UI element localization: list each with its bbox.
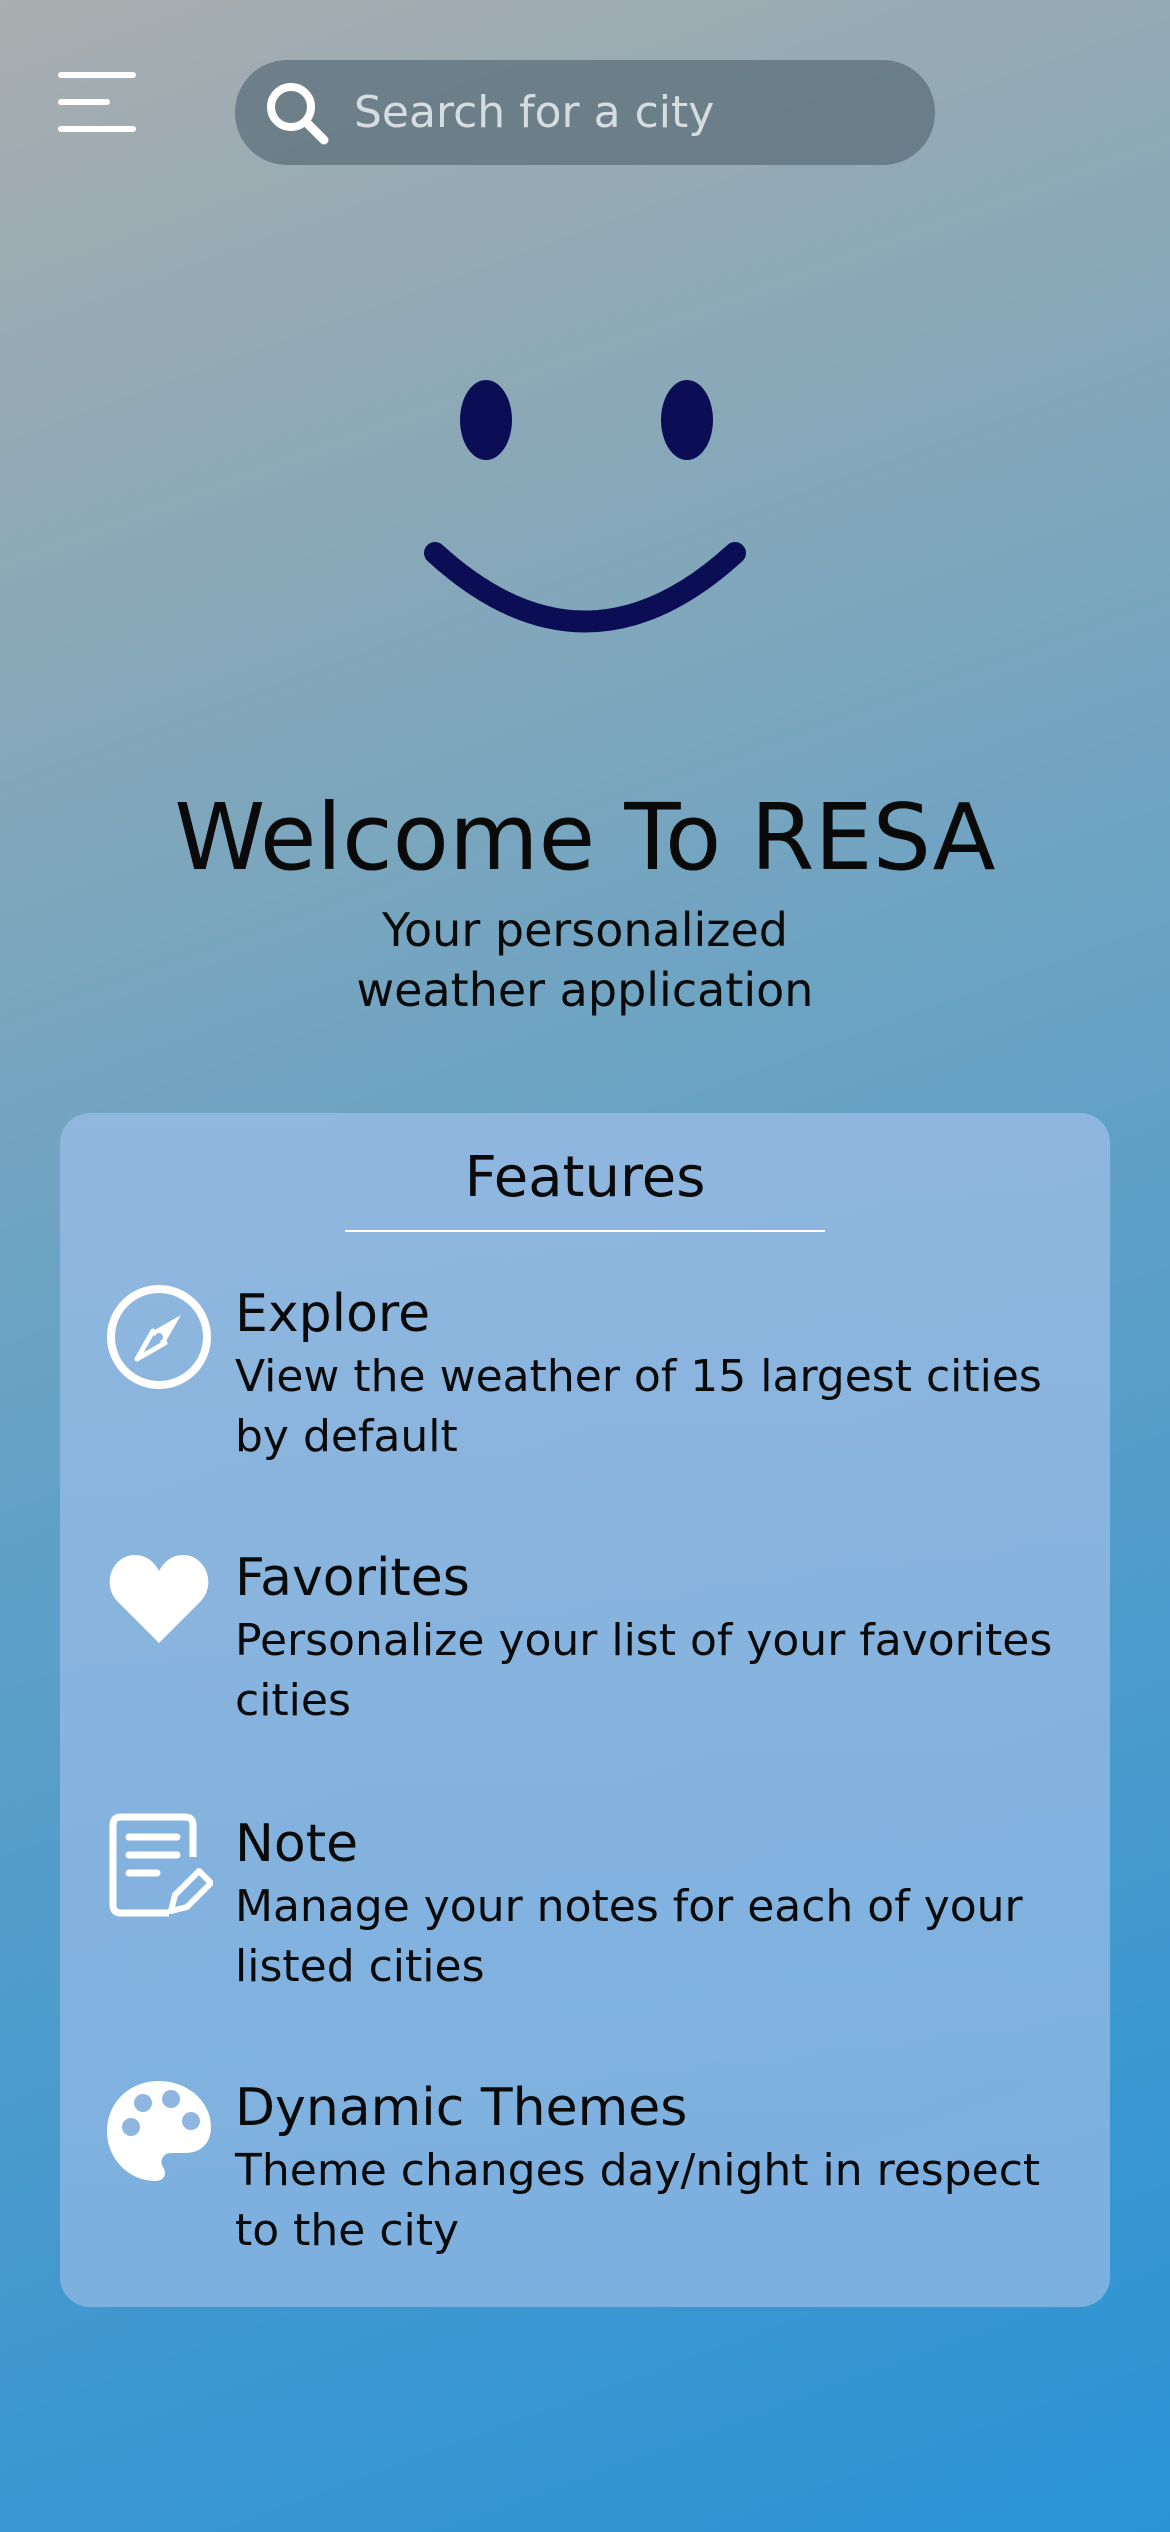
feature-name: Explore: [235, 1284, 431, 1344]
menu-bar-middle: [58, 99, 110, 105]
tagline-line-2: weather application: [356, 963, 814, 1017]
menu-bar-bottom: [58, 126, 136, 132]
feature-description: Personalize your list of your favorites …: [235, 1615, 1053, 1726]
menu-bar-top: [58, 72, 136, 78]
feature-name: Dynamic Themes: [235, 2078, 688, 2138]
tagline-line-1: Your personalized: [382, 903, 788, 957]
compass-icon: [107, 1285, 211, 1389]
hamburger-menu-icon[interactable]: [58, 72, 136, 132]
search-bar[interactable]: [235, 60, 935, 165]
features-title: Features: [464, 1145, 706, 1210]
feature-description: Manage your notes for each of your liste…: [235, 1881, 1023, 1992]
feature-description: View the weather of 15 largest cities by…: [235, 1351, 1042, 1462]
feature-description: Theme changes day/night in respect to th…: [235, 2145, 1041, 2256]
heart-icon: [109, 1555, 209, 1643]
features-divider: [345, 1230, 825, 1232]
feature-name: Favorites: [235, 1548, 470, 1608]
smiley-face-icon: [424, 380, 746, 633]
feature-name: Note: [235, 1814, 359, 1874]
search-icon[interactable]: [262, 78, 332, 148]
tagline: Your personalized weather application: [0, 900, 1170, 1020]
search-input[interactable]: [352, 86, 905, 139]
note-edit-icon: [109, 1813, 213, 1917]
features-card: Features Explore View the weather of 15 …: [60, 1113, 1110, 2307]
welcome-title: Welcome To RESA: [174, 784, 996, 891]
palette-icon: [107, 2081, 211, 2181]
